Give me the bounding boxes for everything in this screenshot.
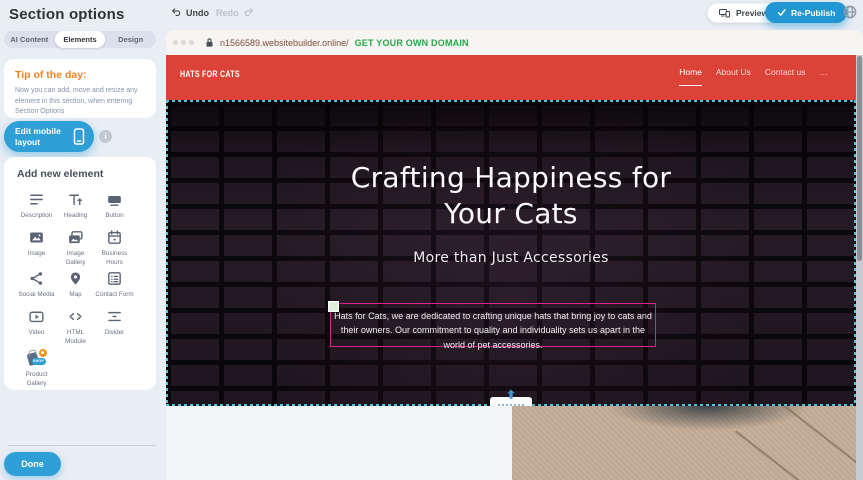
element-grid: Description Heading Button Image Image G…: [17, 189, 150, 389]
site-header: HATS FOR CATS Home About Us Contact us …: [166, 55, 856, 100]
shop-badge: SHOP: [32, 358, 46, 365]
text-lines-icon: [28, 191, 45, 208]
sidebar-divider: [8, 445, 156, 446]
element-divider[interactable]: Divider: [95, 306, 134, 347]
browser-dot: [173, 40, 178, 45]
arrow-up-icon: [506, 389, 517, 400]
site-nav: Home About Us Contact us …: [679, 67, 828, 86]
edit-mobile-label: Edit mobile layout: [15, 126, 71, 146]
image-icon: [28, 229, 45, 246]
done-button[interactable]: Done: [4, 452, 61, 476]
element-html-module[interactable]: HTML Module: [56, 306, 95, 347]
tab-elements[interactable]: Elements: [55, 31, 106, 48]
preview-scrollbar-thumb[interactable]: [857, 56, 862, 261]
hero-subheading[interactable]: More than Just Accessories: [166, 250, 856, 266]
pavement-line: [735, 430, 823, 480]
element-product-gallery[interactable]: SHOP Product Gallery: [17, 347, 56, 389]
get-own-domain-link[interactable]: GET YOUR OWN DOMAIN: [355, 38, 469, 48]
button-icon: [106, 191, 123, 208]
share-icon: [28, 270, 45, 287]
nav-item-about-us[interactable]: About Us: [716, 67, 751, 86]
tab-ai-content[interactable]: AI Content: [4, 31, 55, 48]
nav-item-home[interactable]: Home: [679, 67, 702, 86]
redo-arrow-icon: [243, 7, 254, 18]
image-gallery-icon: [67, 229, 84, 246]
info-icon[interactable]: i: [99, 130, 112, 143]
browser-dot: [181, 40, 186, 45]
undo-button[interactable]: Undo: [171, 7, 209, 18]
site-logo[interactable]: HATS FOR CATS: [180, 69, 240, 80]
element-image-gallery[interactable]: Image Gallery: [56, 227, 95, 268]
contact-form-icon: [106, 270, 123, 287]
preview-label: Preview: [736, 8, 768, 18]
heading-icon: [67, 191, 84, 208]
product-gallery-icon: SHOP: [27, 349, 47, 367]
code-icon: [67, 308, 84, 325]
preview-scrollbar-track: [856, 55, 863, 480]
element-video[interactable]: Video: [17, 306, 56, 347]
hero-heading[interactable]: Crafting Happiness for Your Cats: [326, 160, 696, 232]
pavement-line: [759, 406, 856, 480]
website-builder-app: Section options Undo Redo Preview Re-Pub…: [0, 0, 863, 480]
hero-text-element-selected[interactable]: Hats for Cats, we are dedicated to craft…: [330, 303, 656, 347]
resize-handle[interactable]: [328, 301, 339, 312]
site-url: n1566589.websitebuilder.online/: [220, 38, 349, 48]
page-title: Section options: [9, 6, 125, 23]
hero-body-text: Hats for Cats, we are dedicated to craft…: [331, 304, 655, 357]
notification-badge-icon: [39, 349, 47, 357]
undo-label: Undo: [186, 8, 209, 18]
element-description[interactable]: Description: [17, 189, 56, 227]
globe-icon[interactable]: [842, 4, 858, 20]
cat-photo-image: [512, 406, 856, 480]
element-contact-form[interactable]: Contact Form: [95, 268, 134, 306]
add-new-element-panel: Add new element Description Heading Butt…: [4, 157, 156, 390]
element-button[interactable]: Button: [95, 189, 134, 227]
business-hours-icon: [106, 229, 123, 246]
check-icon: [777, 8, 786, 17]
section-boundary-top: [166, 100, 856, 102]
tab-design[interactable]: Design: [105, 31, 156, 48]
browser-bar: n1566589.websitebuilder.online/ GET YOUR…: [166, 30, 863, 55]
tip-of-the-day-card: Tip of the day: Now you can add, move an…: [4, 59, 156, 118]
sidebar-tab-bar: AI Content Elements Design: [4, 31, 156, 48]
responsive-preview-icon: [718, 7, 731, 19]
map-pin-icon: [67, 270, 84, 287]
nav-item-more[interactable]: …: [820, 67, 829, 86]
add-panel-title: Add new element: [17, 168, 150, 180]
edit-mobile-layout-button[interactable]: Edit mobile layout: [4, 121, 94, 152]
redo-label: Redo: [216, 8, 239, 18]
republish-button[interactable]: Re-Publish: [765, 2, 847, 23]
element-social-media[interactable]: Social Media: [17, 268, 56, 306]
phone-icon: [73, 128, 85, 145]
element-map[interactable]: Map: [56, 268, 95, 306]
element-heading[interactable]: Heading: [56, 189, 95, 227]
undo-arrow-icon: [171, 7, 182, 18]
next-section[interactable]: [166, 406, 856, 480]
element-image[interactable]: Image: [17, 227, 56, 268]
video-icon: [28, 308, 45, 325]
lock-icon: [205, 37, 214, 48]
nav-item-contact-us[interactable]: Contact us: [765, 67, 806, 86]
element-business-hours[interactable]: Business Hours: [95, 227, 134, 268]
republish-label: Re-Publish: [791, 8, 835, 18]
browser-dot: [189, 40, 194, 45]
divider-icon: [106, 308, 123, 325]
tip-title: Tip of the day:: [15, 69, 145, 81]
tip-body: Now you can add, move and resize any ele…: [15, 86, 145, 118]
hero-section[interactable]: Crafting Happiness for Your Cats More th…: [166, 100, 856, 406]
redo-button[interactable]: Redo: [216, 7, 254, 18]
